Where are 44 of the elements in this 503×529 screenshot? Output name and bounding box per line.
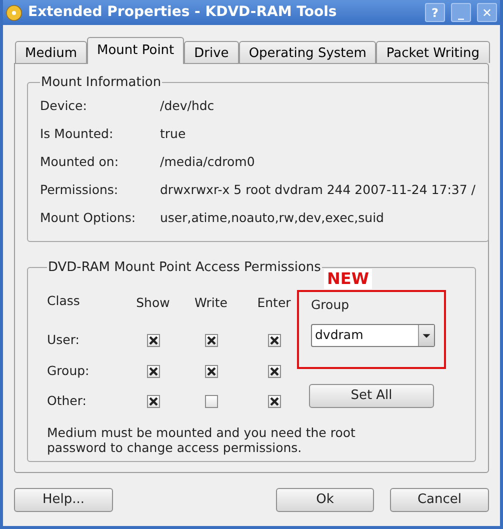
- field-label: Is Mounted:: [40, 125, 114, 144]
- button[interactable]: Help...: [14, 488, 113, 512]
- row-label: User:: [47, 331, 80, 350]
- tab[interactable]: Operating System: [238, 41, 376, 63]
- caret-icon: [418, 325, 434, 346]
- annotation-label: NEW: [324, 268, 372, 288]
- disc-icon: [6, 4, 22, 20]
- field-value: true: [160, 125, 186, 144]
- field-value: /media/cdrom0: [160, 153, 255, 172]
- field-value: user,atime,noauto,rw,dev,exec,suid: [160, 209, 384, 228]
- window-title: Extended Properties - KDVD-RAM Tools: [28, 3, 338, 22]
- button[interactable]: Ok: [276, 488, 374, 512]
- button[interactable]: Set All: [309, 384, 434, 408]
- field-label: Device:: [40, 97, 88, 116]
- checkbox[interactable]: [268, 395, 280, 408]
- checkbox[interactable]: [146, 395, 160, 408]
- checkbox[interactable]: [146, 334, 160, 347]
- field-label: Mount Options:: [40, 209, 137, 228]
- button[interactable]: Cancel: [390, 488, 489, 512]
- tab[interactable]: Drive: [184, 41, 239, 63]
- checkbox[interactable]: [268, 334, 280, 347]
- checkbox[interactable]: [204, 364, 218, 378]
- tab[interactable]: Mount Point: [86, 37, 184, 64]
- field-value: drwxrwxr-x 5 root dvdram 244 2007-11-24 17:37 /: [160, 181, 476, 200]
- column-header: Enter: [257, 294, 291, 312]
- group-title: Mount Information: [40, 74, 162, 92]
- row-label: Group:: [47, 362, 90, 380]
- checkbox[interactable]: [268, 364, 280, 378]
- column-header: Show: [136, 294, 170, 312]
- column-header: Write: [194, 294, 228, 312]
- row-label: Other:: [47, 392, 88, 410]
- field-value: /dev/hdc: [160, 97, 214, 116]
- group-title: DVD-RAM Mount Point Access Permissions: [47, 259, 322, 277]
- tab[interactable]: Packet Writing: [376, 41, 490, 63]
- checkbox[interactable]: [146, 364, 160, 378]
- field-label: Permissions:: [40, 181, 120, 200]
- column-header: Group: [311, 296, 350, 314]
- field-label: Mounted on:: [40, 153, 120, 172]
- note-text: Medium must be mounted and you need the root password to change access permissions.: [47, 424, 356, 454]
- column-header: Class: [47, 292, 81, 310]
- tab[interactable]: Medium: [15, 41, 87, 63]
- group-dropdown[interactable]: dvdram: [311, 324, 435, 348]
- checkbox[interactable]: [204, 395, 218, 408]
- checkbox[interactable]: [204, 334, 218, 347]
